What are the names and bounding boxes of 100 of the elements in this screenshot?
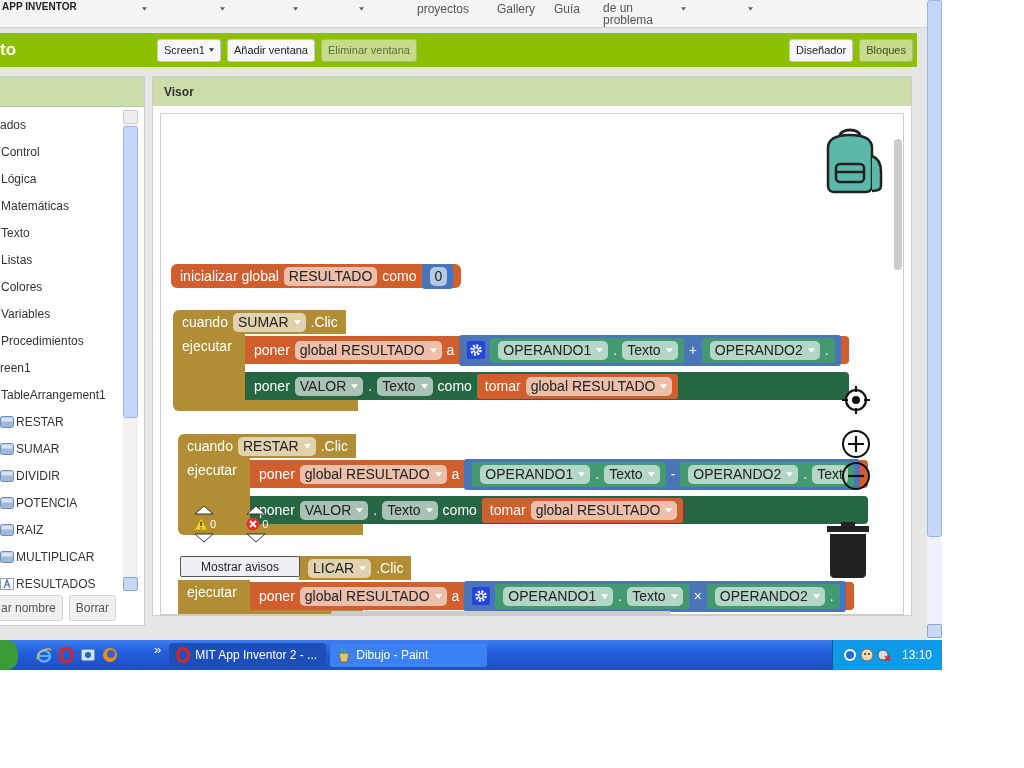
text-field[interactable]: RESULTADO bbox=[283, 266, 378, 286]
start-button[interactable] bbox=[0, 640, 18, 670]
dropdown-field[interactable]: global RESULTADO bbox=[299, 586, 447, 606]
panel-button[interactable]: Borrar bbox=[68, 595, 117, 621]
value-block[interactable]: tomar global RESULTADO bbox=[481, 497, 684, 523]
dropdown-field[interactable]: Texto bbox=[622, 340, 678, 360]
scroll-thumb[interactable] bbox=[123, 126, 138, 418]
dropdown-field[interactable]: Texto bbox=[377, 376, 433, 396]
app-brand[interactable]: APP INVENTOR bbox=[0, 0, 138, 12]
zoom-in-icon[interactable] bbox=[841, 429, 871, 459]
statement-block[interactable]: poner VALOR . Texto como tomar global RESULTADO bbox=[245, 372, 849, 400]
tray-icon[interactable] bbox=[860, 648, 874, 662]
view-tab[interactable]: Diseñador bbox=[789, 38, 854, 62]
value-block[interactable]: tomar global RESULTADO bbox=[476, 373, 679, 399]
dropdown-field[interactable]: OPERANDO2 bbox=[714, 586, 825, 606]
value-block[interactable]: OPERANDO1 . Texto × OPERANDO2 . bbox=[464, 580, 846, 612]
caret-icon[interactable] bbox=[293, 7, 298, 11]
center-target-icon[interactable] bbox=[841, 385, 871, 415]
tree-item[interactable]: DIVIDIR bbox=[16, 468, 60, 483]
tree-item[interactable]: TableArrangement1 bbox=[1, 387, 106, 402]
scrollbar[interactable] bbox=[894, 139, 902, 270]
tray-icon[interactable] bbox=[877, 648, 891, 662]
statement-block[interactable]: poner global RESULTADO a OPERANDO1 . Texto - OPERANDO2 . Text bbox=[250, 460, 868, 488]
global-variable-block[interactable]: inicializar global RESULTADO como 0 bbox=[171, 264, 462, 288]
value-block[interactable]: OPERANDO1 . Texto - OPERANDO2 . Text bbox=[464, 458, 860, 490]
toolbar-button[interactable]: Añadir ventana bbox=[227, 38, 315, 62]
gear-icon[interactable] bbox=[472, 587, 491, 605]
gear-icon[interactable] bbox=[467, 341, 486, 359]
scroll-thumb[interactable] bbox=[927, 0, 942, 537]
scrollbar[interactable] bbox=[927, 0, 942, 640]
up-arrow-icon[interactable] bbox=[194, 505, 214, 515]
down-arrow-icon[interactable] bbox=[246, 533, 267, 543]
letter-e-icon[interactable] bbox=[36, 647, 52, 663]
taskbar-button[interactable]: MIT App Inventor 2 - ... bbox=[169, 643, 327, 667]
dropdown-field[interactable]: Texto bbox=[604, 464, 660, 484]
value-block[interactable]: OPERANDO1 . Texto bbox=[490, 337, 684, 363]
scrollbar[interactable] bbox=[123, 110, 138, 591]
caret-icon[interactable] bbox=[220, 7, 225, 11]
value-block[interactable]: OPERANDO2 . bbox=[701, 337, 835, 363]
caret-icon[interactable] bbox=[748, 7, 753, 11]
dropdown-field[interactable]: global RESULTADO bbox=[299, 464, 447, 484]
tree-item[interactable]: Procedimientos bbox=[1, 333, 84, 348]
show-warnings-button[interactable]: Mostrar avisos bbox=[180, 556, 300, 577]
event-block-header[interactable]: LICAR .Clic bbox=[299, 556, 412, 580]
tree-item[interactable]: RESTAR bbox=[16, 414, 64, 429]
statement-block[interactable]: poner global RESULTADO a OPERANDO1 . Texto + OPERANDO2 . bbox=[245, 336, 849, 364]
taskbar-button[interactable]: Dibujo - Paint bbox=[330, 643, 488, 667]
menu-label[interactable]: de un problema bbox=[603, 2, 654, 26]
dropdown-field[interactable]: OPERANDO1 bbox=[480, 464, 591, 484]
dropdown-field[interactable]: VALOR bbox=[294, 376, 364, 396]
zoom-out-icon[interactable] bbox=[841, 461, 871, 491]
tree-item[interactable]: Control bbox=[1, 144, 40, 159]
tree-item[interactable]: RAIZ bbox=[16, 522, 44, 537]
tree-item[interactable]: POTENCIA bbox=[16, 495, 78, 510]
value-block[interactable]: OPERANDO1 . Texto bbox=[472, 461, 666, 487]
caret-icon[interactable] bbox=[359, 7, 364, 11]
value-block[interactable]: OPERANDO2 . bbox=[706, 583, 840, 609]
caret-icon[interactable] bbox=[142, 7, 147, 11]
value-block[interactable]: OPERANDO2 . Text bbox=[680, 461, 854, 487]
menu-label[interactable]: proyectos bbox=[416, 3, 469, 15]
panel-button[interactable]: ar nombre bbox=[0, 595, 63, 621]
caret-icon[interactable] bbox=[681, 7, 686, 11]
dropdown-field[interactable]: OPERANDO2 bbox=[709, 340, 820, 360]
dropdown-field[interactable]: LICAR bbox=[308, 558, 372, 578]
dropdown-field[interactable]: OPERANDO1 bbox=[498, 340, 609, 360]
dropdown-field[interactable]: Texto bbox=[382, 500, 438, 520]
tree-item[interactable]: Variables bbox=[1, 306, 51, 321]
event-block-header[interactable]: cuando RESTAR .Clic bbox=[178, 434, 356, 458]
tree-item[interactable]: MULTIPLICAR bbox=[16, 549, 95, 564]
more-icons-button[interactable]: » bbox=[154, 640, 162, 657]
value-block[interactable]: OPERANDO1 . Texto bbox=[495, 583, 689, 609]
dropdown-field[interactable]: OPERANDO1 bbox=[503, 586, 614, 606]
dropdown-field[interactable]: SUMAR bbox=[232, 312, 306, 332]
tree-item[interactable]: Matemáticas bbox=[1, 198, 70, 213]
screen-dropdown[interactable]: Screen1 bbox=[157, 38, 221, 62]
event-block-header[interactable]: cuando SUMAR .Clic bbox=[173, 310, 346, 334]
tree-item[interactable]: reen1 bbox=[0, 360, 31, 375]
dropdown-field[interactable]: RESTAR bbox=[237, 436, 316, 456]
tree-item[interactable]: Lógica bbox=[1, 171, 37, 186]
menu-label[interactable]: Guía bbox=[554, 3, 580, 15]
trash-icon[interactable] bbox=[827, 522, 869, 578]
dropdown-field[interactable]: OPERANDO2 bbox=[688, 464, 799, 484]
tree-item[interactable]: Colores bbox=[1, 279, 43, 294]
value-block[interactable]: OPERANDO1 . Texto + OPERANDO2 . bbox=[459, 334, 841, 366]
value-block[interactable]: 0 bbox=[421, 263, 454, 289]
tray-icon[interactable] bbox=[843, 648, 857, 662]
view-tab[interactable]: Bloques bbox=[859, 38, 913, 62]
down-arrow-icon[interactable] bbox=[194, 533, 214, 543]
scrollbar[interactable] bbox=[331, 611, 671, 614]
window-icon[interactable] bbox=[80, 647, 96, 663]
tree-item[interactable]: RESULTADOS bbox=[16, 576, 96, 591]
dropdown-field[interactable]: global RESULTADO bbox=[294, 340, 442, 360]
dropdown-field[interactable]: global RESULTADO bbox=[530, 500, 678, 520]
text-field[interactable]: Text bbox=[812, 464, 848, 484]
tree-item[interactable]: Texto bbox=[1, 225, 30, 240]
globe-icon[interactable] bbox=[102, 647, 118, 663]
number-field[interactable]: 0 bbox=[429, 266, 448, 286]
dropdown-field[interactable]: Texto bbox=[627, 586, 683, 606]
tree-item[interactable]: SUMAR bbox=[16, 441, 60, 456]
dropdown-field[interactable]: global RESULTADO bbox=[525, 376, 673, 396]
